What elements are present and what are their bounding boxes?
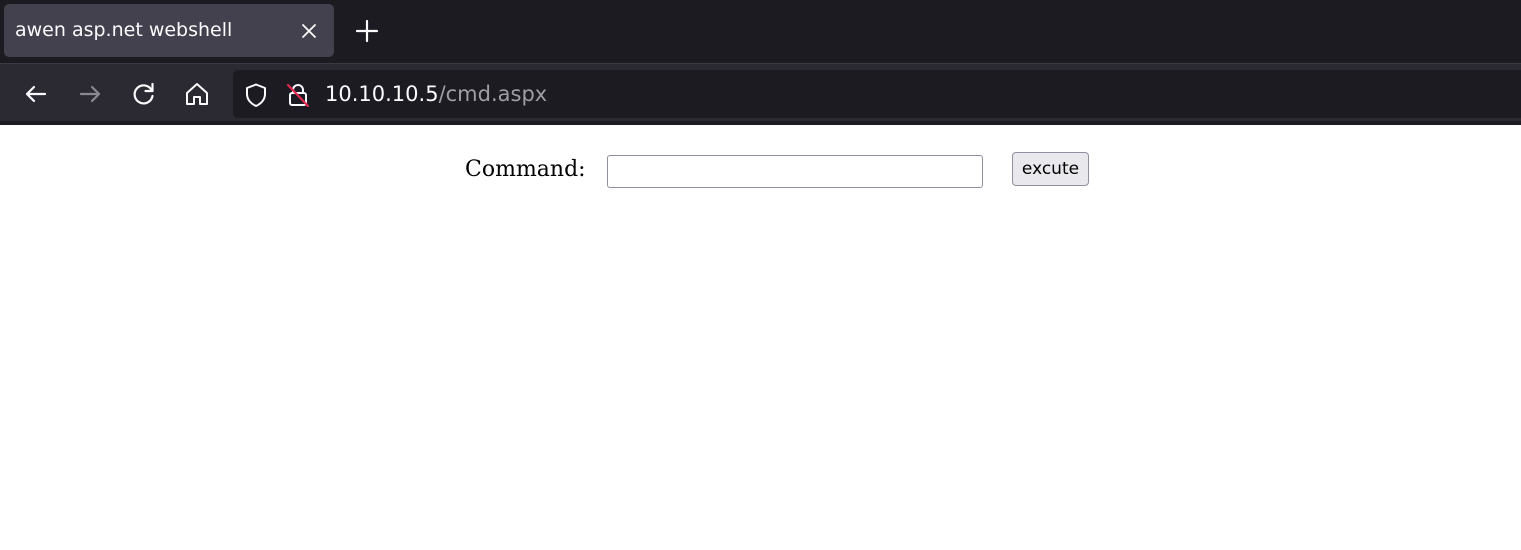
url-bar[interactable]: 10.10.10.5/cmd.aspx: [233, 70, 1521, 118]
url-host: 10.10.10.5: [325, 82, 439, 106]
shield-icon[interactable]: [243, 82, 269, 108]
command-input[interactable]: [607, 155, 983, 188]
browser-window: awen asp.net webshell 10.10.10.5/cmd.asp…: [0, 0, 1521, 550]
url-path: /cmd.aspx: [438, 82, 548, 106]
url-text[interactable]: 10.10.10.5/cmd.aspx: [325, 82, 547, 106]
tab-active[interactable]: awen asp.net webshell: [4, 4, 334, 57]
tab-strip: awen asp.net webshell: [0, 0, 1521, 63]
close-icon[interactable]: [298, 20, 320, 42]
page-content: Command: excute: [0, 125, 1521, 550]
arrow-left-icon[interactable]: [22, 80, 50, 108]
home-icon[interactable]: [183, 80, 211, 108]
tab-title: awen asp.net webshell: [15, 19, 233, 41]
navigation-toolbar: 10.10.10.5/cmd.aspx: [0, 63, 1521, 125]
plus-icon[interactable]: [354, 18, 380, 44]
command-label: Command:: [465, 157, 586, 182]
lock-insecure-icon[interactable]: [285, 82, 311, 108]
arrow-right-icon[interactable]: [76, 80, 104, 108]
reload-icon[interactable]: [130, 80, 158, 108]
execute-button[interactable]: excute: [1012, 152, 1089, 186]
